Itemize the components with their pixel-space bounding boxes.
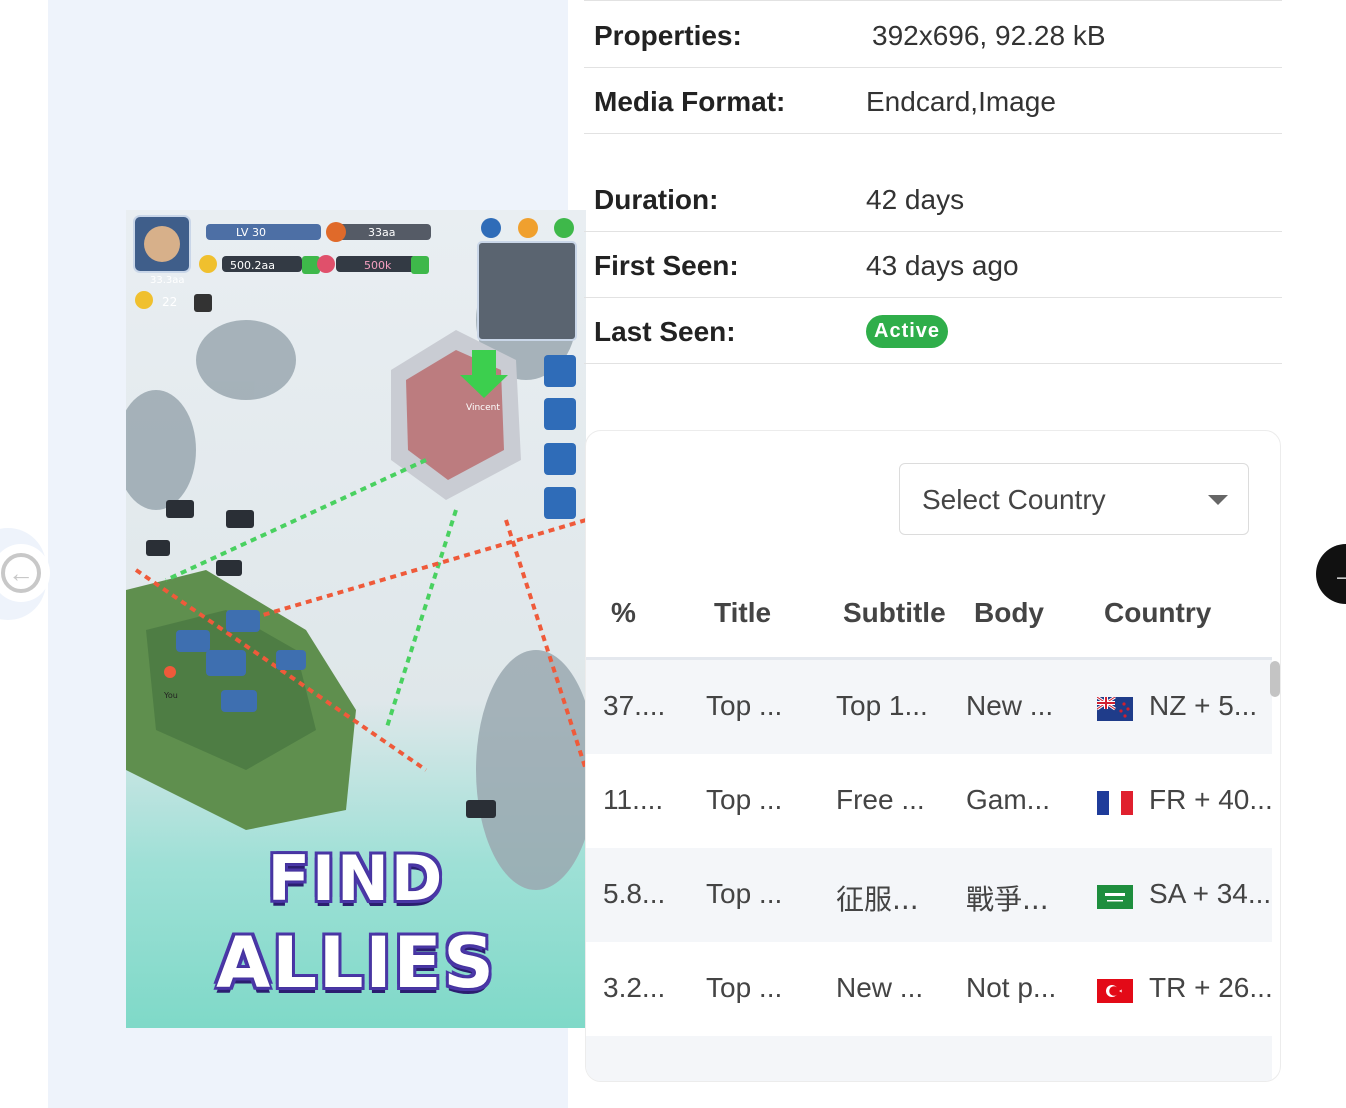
sa-flag-icon	[1097, 885, 1133, 909]
cell-subtitle: 征服...	[836, 883, 919, 916]
divider	[584, 0, 1282, 1]
svg-text:500.2aa: 500.2aa	[230, 259, 275, 272]
cell-percent: 3.2...	[603, 972, 666, 1003]
duration-value: 42 days	[866, 184, 965, 215]
column-header-title[interactable]: Title	[714, 597, 771, 629]
last-seen-row: Last Seen: Active	[584, 298, 1282, 364]
cell-title: Top ...	[706, 690, 783, 721]
duration-label: Duration:	[594, 184, 719, 215]
cell-body: Not p...	[966, 972, 1057, 1003]
table-scrollbar[interactable]	[1270, 661, 1280, 697]
column-header-percent[interactable]: %	[611, 597, 636, 629]
status-badge: Active	[866, 315, 949, 348]
table-row[interactable]	[586, 1036, 1272, 1081]
cell-country: NZ + 5...	[1149, 690, 1258, 721]
country-select-placeholder: Select Country	[922, 484, 1106, 515]
table-row[interactable]: 11.... Top ... Free ... Gam... FR + 40..…	[586, 754, 1273, 848]
cell-body: New ...	[966, 690, 1054, 721]
cell-country: SA + 34...	[1149, 878, 1272, 909]
media-format-label: Media Format:	[594, 86, 786, 117]
svg-text:33.3aa: 33.3aa	[150, 275, 185, 286]
duration-row: Duration: 42 days	[584, 166, 1282, 232]
tr-flag-icon	[1097, 979, 1133, 1003]
cell-percent: 5.8...	[603, 878, 666, 909]
cell-subtitle: Free ...	[836, 784, 925, 815]
last-seen-label: Last Seen:	[594, 316, 736, 347]
nz-flag-icon	[1097, 697, 1133, 721]
cell-title: Top ...	[706, 878, 783, 909]
ad-creative-image[interactable]: LV 30 33aa 33.3aa 500.2aa 500k 22 Vincen…	[126, 210, 586, 1028]
properties-row: Properties: 392x696, 92.28 kB	[584, 2, 1282, 68]
svg-text:You: You	[163, 691, 178, 700]
table-row[interactable]: 37.... Top ... Top 1... New ... NZ + 5..…	[586, 660, 1272, 754]
cell-country: TR + 26...	[1149, 972, 1273, 1003]
cell-body: Gam...	[966, 784, 1051, 815]
chevron-down-icon	[1208, 495, 1228, 505]
svg-text:22: 22	[162, 295, 177, 309]
country-breakdown-card: Select Country % Title Subtitle Body Cou…	[585, 430, 1281, 1082]
cell-country: FR + 40...	[1149, 784, 1273, 815]
column-header-body[interactable]: Body	[974, 597, 1044, 629]
cell-subtitle: New ...	[836, 972, 924, 1003]
cell-percent: 37....	[603, 690, 666, 721]
svg-text:33aa: 33aa	[368, 226, 395, 239]
creative-headline-allies: ALLIES	[216, 922, 496, 1004]
column-header-subtitle[interactable]: Subtitle	[843, 597, 946, 629]
cell-title: Top ...	[706, 784, 783, 815]
arrow-right-icon: →	[1331, 557, 1346, 590]
svg-text:Vincent: Vincent	[466, 403, 500, 413]
country-select[interactable]: Select Country	[899, 463, 1249, 535]
media-format-row: Media Format: Endcard,Image	[584, 68, 1282, 134]
next-arrow-button[interactable]: →	[1316, 544, 1346, 604]
properties-label: Properties:	[594, 20, 742, 51]
media-format-value: Endcard,Image	[866, 86, 1056, 117]
creative-preview-panel: LV 30 33aa 33.3aa 500.2aa 500k 22 Vincen…	[48, 0, 586, 1108]
cell-title: Top ...	[706, 972, 783, 1003]
table-row[interactable]: 3.2... Top ... New ... Not p... TR + 26.…	[586, 942, 1273, 1036]
creative-headline-find: FIND	[267, 842, 445, 915]
fr-flag-icon	[1097, 791, 1133, 815]
column-header-country[interactable]: Country	[1104, 597, 1211, 629]
cell-body: 戰爭...	[966, 883, 1049, 916]
previous-arrow-button[interactable]: ←	[0, 528, 50, 620]
arrow-left-icon: ←	[1, 553, 41, 593]
properties-value: 392x696, 92.28 kB	[872, 20, 1106, 51]
table-row[interactable]: 5.8... Top ... 征服... 戰爭... SA + 34...	[586, 848, 1272, 942]
hud-level-text: LV 30	[236, 226, 266, 239]
first-seen-value: 43 days ago	[866, 250, 1019, 281]
cell-subtitle: Top 1...	[836, 690, 928, 721]
first-seen-label: First Seen:	[594, 250, 739, 281]
svg-text:500k: 500k	[364, 259, 392, 272]
cell-percent: 11....	[603, 784, 664, 815]
first-seen-row: First Seen: 43 days ago	[584, 232, 1282, 298]
